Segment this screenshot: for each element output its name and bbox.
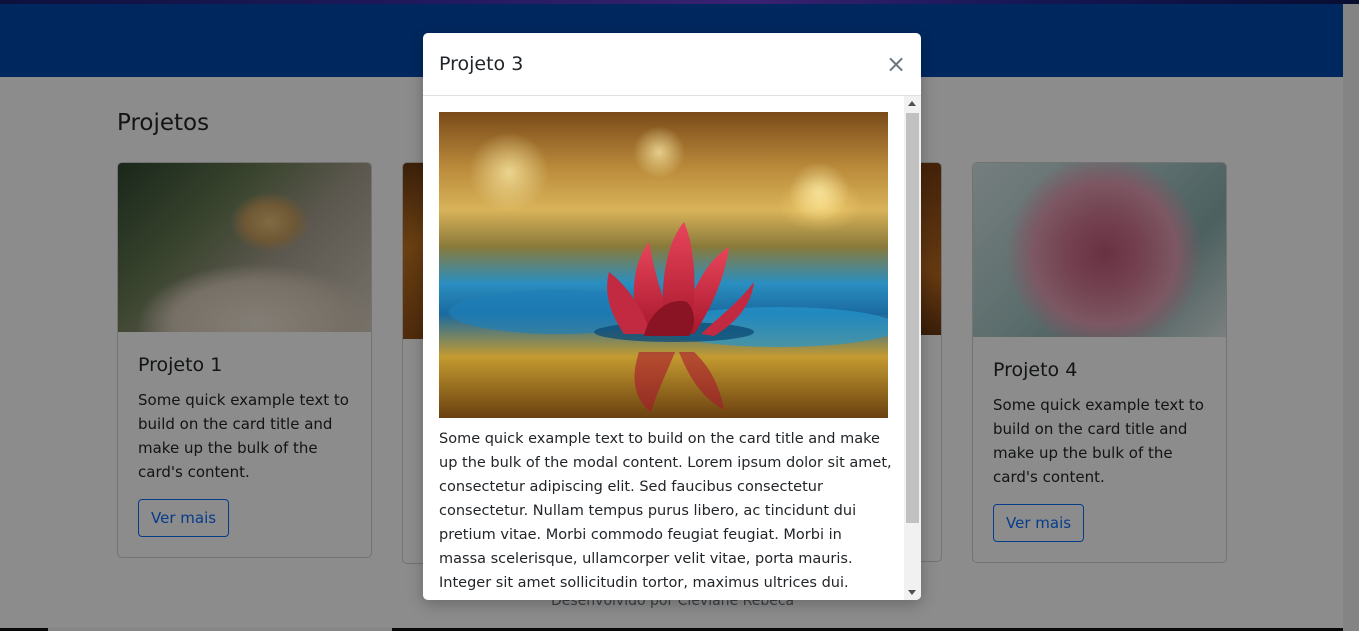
modal-title: Projeto 3 [439,53,524,75]
scroll-down-arrow-icon[interactable] [908,590,916,595]
scrollbar-thumb[interactable] [906,113,919,523]
modal-body-text: Some quick example text to build on the … [439,431,892,600]
modal-body: Some quick example text to build on the … [423,96,904,600]
modal-image-water-lily [439,112,888,418]
modal-header: Projeto 3 × [423,33,921,96]
close-icon[interactable]: × [883,49,909,79]
water-lily-illustration [449,126,888,412]
project-modal: Projeto 3 × Some quick example text to b… [423,33,921,600]
scroll-up-arrow-icon[interactable] [908,101,916,106]
modal-scrollbar[interactable] [904,96,921,600]
